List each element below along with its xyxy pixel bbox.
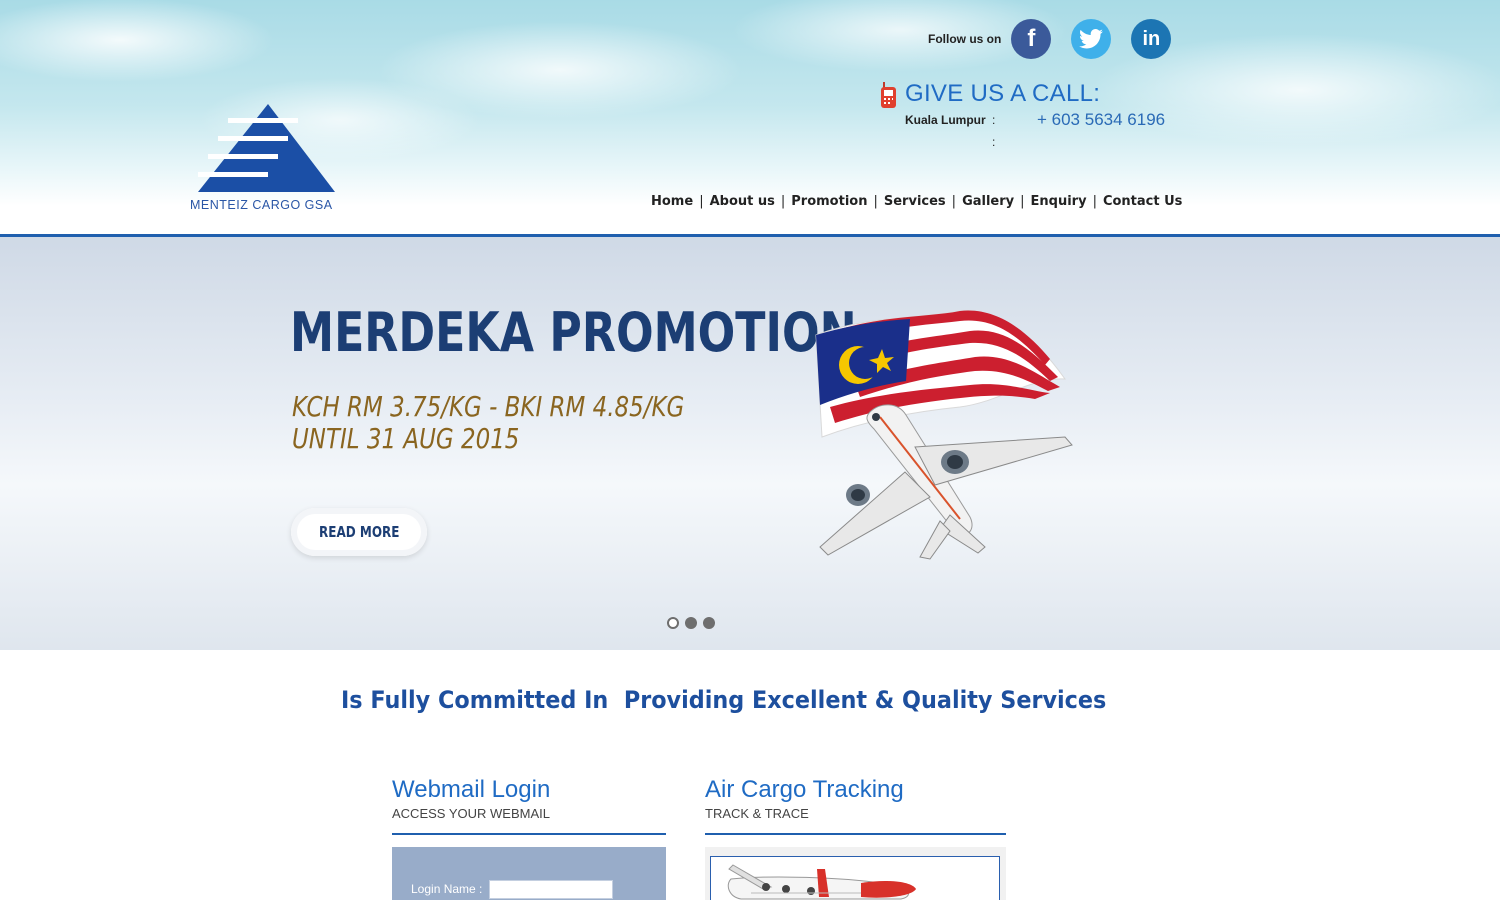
facebook-icon[interactable]: f xyxy=(1011,19,1052,59)
nav-separator: | xyxy=(699,194,704,209)
call-info: GIVE US A CALL: Kuala Lumpur : : + 603 5… xyxy=(880,78,1200,158)
follow-us-label: Follow us on xyxy=(928,32,1002,46)
nav-separator: | xyxy=(873,194,878,209)
promo-rates: KCH RM 3.75/KG - BKI RM 4.85/KG xyxy=(292,390,685,423)
cargo-plane-icon xyxy=(727,864,916,900)
call-city: Kuala Lumpur xyxy=(905,113,986,127)
slider-dot-3[interactable] xyxy=(703,617,715,629)
logo-text: MENTEIZ CARGO GSA xyxy=(190,198,333,212)
site-logo[interactable]: MENTEIZ CARGO GSA xyxy=(190,104,340,214)
nav-separator: | xyxy=(951,194,957,209)
webmail-widget: Webmail Login ACCESS YOUR WEBMAIL xyxy=(392,776,666,835)
main-nav: Home | About us | Promotion | Services |… xyxy=(651,194,1182,209)
nav-separator: | xyxy=(1092,194,1097,209)
mobile-phone-icon xyxy=(881,82,896,108)
twitter-bird-icon xyxy=(1079,29,1104,49)
slider-dots xyxy=(667,617,721,629)
nav-about-us[interactable]: About us xyxy=(710,194,775,209)
slider-dot-2[interactable] xyxy=(685,617,697,629)
malaysia-flag-icon xyxy=(815,310,1067,438)
promo-deadline: UNTIL 31 AUG 2015 xyxy=(292,422,520,455)
promo-title: MERDEKA PROMOTION xyxy=(290,301,857,364)
company-tagline: Is Fully Committed In Providing Excellen… xyxy=(341,686,1107,714)
read-more-label: READ MORE xyxy=(318,523,400,541)
malaysia-flag-airplane-image xyxy=(815,310,1073,560)
call-colon: : xyxy=(992,113,996,127)
tracking-widget: Air Cargo Tracking TRACK & TRACE xyxy=(705,776,1006,835)
nav-gallery[interactable]: Gallery xyxy=(962,194,1014,209)
tracking-banner[interactable] xyxy=(705,847,1006,900)
tracking-subtitle: TRACK & TRACE xyxy=(705,806,809,821)
login-name-input[interactable] xyxy=(489,880,613,899)
phone-number[interactable]: + 603 5634 6196 xyxy=(1037,110,1165,130)
login-name-label: Login Name : xyxy=(411,882,483,896)
webmail-title: Webmail Login xyxy=(392,776,551,803)
nav-separator: | xyxy=(1020,194,1025,209)
promo-slider: MERDEKA PROMOTION KCH RM 3.75/KG - BKI R… xyxy=(0,237,1500,650)
nav-home[interactable]: Home xyxy=(651,194,693,209)
twitter-icon[interactable] xyxy=(1071,19,1112,59)
nav-services[interactable]: Services xyxy=(884,194,946,209)
nav-contact-us[interactable]: Contact Us xyxy=(1103,194,1182,209)
pyramid-logo-icon xyxy=(198,104,335,192)
facebook-glyph: f xyxy=(1027,25,1036,52)
call-title: GIVE US A CALL: xyxy=(905,80,1101,107)
linkedin-icon[interactable]: in xyxy=(1131,19,1172,59)
call-colon: : xyxy=(992,135,996,149)
widget-divider xyxy=(392,833,666,835)
tracking-title: Air Cargo Tracking xyxy=(705,776,904,803)
widget-divider xyxy=(705,833,1006,835)
social-links: Follow us on f in xyxy=(928,18,1191,60)
airplane-icon xyxy=(819,404,1073,560)
slider-dot-1[interactable] xyxy=(667,617,679,629)
read-more-button[interactable]: READ MORE xyxy=(291,508,427,556)
site-header: MENTEIZ CARGO GSA Follow us on f in GIVE… xyxy=(0,0,1500,234)
linkedin-glyph: in xyxy=(1142,27,1161,50)
nav-separator: | xyxy=(780,194,786,209)
nav-promotion[interactable]: Promotion xyxy=(791,194,867,209)
webmail-login-form: Login Name : xyxy=(392,847,666,900)
tracking-banner-frame xyxy=(710,856,1000,900)
webmail-subtitle: ACCESS YOUR WEBMAIL xyxy=(392,806,550,821)
nav-enquiry[interactable]: Enquiry xyxy=(1031,194,1087,209)
